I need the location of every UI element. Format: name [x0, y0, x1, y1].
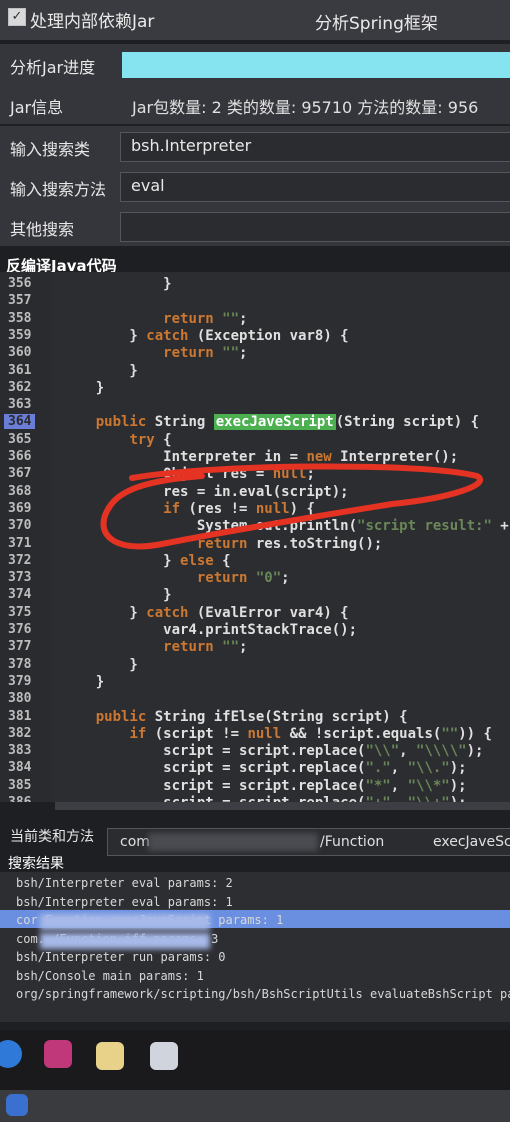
- line-number: 379: [8, 673, 32, 689]
- code-line: return "0";: [196, 570, 290, 587]
- result-item[interactable]: org/springframework/scripting/bsh/BshScr…: [16, 987, 510, 1001]
- other-search-label: 其他搜索: [10, 220, 75, 239]
- jar-info-label: Jar信息: [10, 98, 64, 117]
- include-deps-checkbox[interactable]: ✓: [8, 8, 26, 26]
- code-line: }: [62, 656, 138, 673]
- other-search-input[interactable]: [120, 212, 510, 242]
- redacted-region: [148, 833, 318, 851]
- code-line: } catch (EvalError var4) {: [62, 604, 349, 621]
- line-number: 377: [8, 639, 32, 655]
- search-results-list[interactable]: bsh/Interpreter eval params: 2 bsh/Interp…: [0, 872, 510, 1022]
- result-item[interactable]: bsh/Interpreter eval params: 2: [16, 876, 233, 890]
- line-number: 378: [8, 656, 32, 672]
- line-number: 385: [8, 777, 32, 793]
- search-class-label: 输入搜索类: [10, 140, 91, 159]
- code-line: }: [62, 379, 105, 396]
- search-class-value: bsh.Interpreter: [131, 136, 252, 155]
- jar-info-row: Jar信息 Jar包数量: 2 类的数量: 95710 方法的数量: 956: [0, 84, 510, 124]
- line-number: 368: [8, 483, 32, 499]
- line-number: 359: [8, 327, 32, 343]
- code-line: var4.printStackTrace();: [62, 622, 358, 638]
- code-line: try {: [129, 431, 172, 448]
- search-class-input[interactable]: bsh.Interpreter: [120, 132, 510, 162]
- app-icon[interactable]: [6, 1094, 28, 1116]
- line-number: 376: [8, 622, 32, 637]
- line-number: 371: [8, 535, 32, 551]
- redacted-region: [40, 932, 210, 949]
- line-number: 364: [4, 414, 36, 430]
- line-number: 383: [8, 743, 32, 759]
- analyze-spring-button[interactable]: 分析Spring框架: [315, 9, 438, 34]
- line-number: 386: [8, 795, 31, 802]
- line-number: 384: [8, 760, 32, 776]
- line-number: 372: [8, 552, 32, 568]
- code-line: public String ifElse(String script) {: [95, 708, 408, 725]
- search-method-input[interactable]: eval: [120, 172, 510, 202]
- line-number: 375: [8, 604, 32, 620]
- jar-info-text: Jar包数量: 2 类的数量: 95710 方法的数量: 956: [132, 98, 479, 117]
- search-method-value: eval: [131, 176, 165, 195]
- code-line: }: [62, 587, 172, 604]
- result-item[interactable]: bsh/Interpreter run params: 0: [16, 950, 226, 964]
- line-number: 362: [8, 379, 32, 395]
- search-method-label: 输入搜索方法: [10, 180, 107, 199]
- redacted-region: [40, 914, 210, 930]
- search-method-row: 输入搜索方法 eval: [0, 166, 510, 206]
- progress-fill: [122, 52, 510, 78]
- taskbar: [0, 1030, 510, 1090]
- result-item[interactable]: bsh/Interpreter eval params: 1: [16, 895, 233, 909]
- code-line: }: [62, 276, 172, 292]
- result-item[interactable]: bsh/Console main params: 1: [16, 969, 204, 983]
- code-line: script = script.replace("+", "\\+");: [62, 795, 466, 802]
- window-titlebar: ✓ 处理内部依赖Jar 分析Spring框架: [0, 0, 510, 40]
- progress-label: 分析Jar进度: [10, 58, 96, 77]
- line-number: 366: [8, 449, 32, 464]
- line-number: 363: [8, 397, 32, 413]
- other-search-row: 其他搜索: [0, 206, 510, 246]
- folder-icon[interactable]: [96, 1042, 124, 1070]
- line-number: 369: [8, 500, 32, 516]
- progress-row: 分析Jar进度: [0, 44, 510, 84]
- code-line: return "";: [163, 639, 248, 656]
- document-icon[interactable]: [150, 1042, 178, 1070]
- line-number: 357: [8, 293, 32, 309]
- code-line: }: [62, 673, 105, 690]
- line-number: 361: [8, 362, 32, 378]
- red-annotation-circle: [100, 463, 483, 550]
- line-number: 356: [8, 276, 32, 291]
- code-line: script = script.replace("\\", "\\\\");: [62, 743, 484, 760]
- line-number: 360: [8, 345, 32, 361]
- current-class-method-label: 当前类和方法: [10, 829, 94, 845]
- code-line: } catch (Exception var8) {: [62, 327, 349, 344]
- code-line: script = script.replace(".", "\\.");: [62, 760, 467, 777]
- intellij-icon[interactable]: [44, 1040, 72, 1068]
- code-line: script = script.replace("*", "\\*");: [62, 777, 467, 794]
- chrome-icon[interactable]: [0, 1040, 22, 1068]
- current-class-prefix: com: [120, 834, 150, 850]
- include-deps-label: 处理内部依赖Jar: [30, 12, 155, 32]
- progress-bar: [122, 52, 510, 78]
- line-number: 382: [8, 725, 32, 741]
- code-horizontal-scrollbar[interactable]: [55, 802, 510, 810]
- code-line: return "";: [163, 310, 248, 327]
- line-number: 365: [8, 431, 32, 447]
- code-line: if (script != null && !script.equals("")…: [129, 725, 492, 742]
- line-number: 367: [8, 466, 32, 482]
- line-number: 370: [8, 518, 32, 534]
- line-number: 381: [8, 708, 32, 724]
- desktop-strip: [0, 1090, 510, 1122]
- search-class-row: 输入搜索类 bsh.Interpreter: [0, 126, 510, 166]
- line-number: 380: [8, 691, 32, 707]
- search-results-label: 搜索结果: [8, 856, 64, 872]
- line-number: 373: [8, 570, 32, 586]
- current-class-suffix: /Function: [320, 834, 385, 850]
- line-number: 374: [8, 587, 32, 603]
- code-line: }: [62, 362, 138, 379]
- current-method: execJaveSc: [433, 834, 510, 850]
- code-line: public String execJaveScript (String scri…: [95, 414, 480, 431]
- current-class-method-field[interactable]: com /Function execJaveSc: [107, 828, 510, 856]
- line-number: 358: [8, 310, 32, 326]
- code-line: return "";: [163, 345, 248, 362]
